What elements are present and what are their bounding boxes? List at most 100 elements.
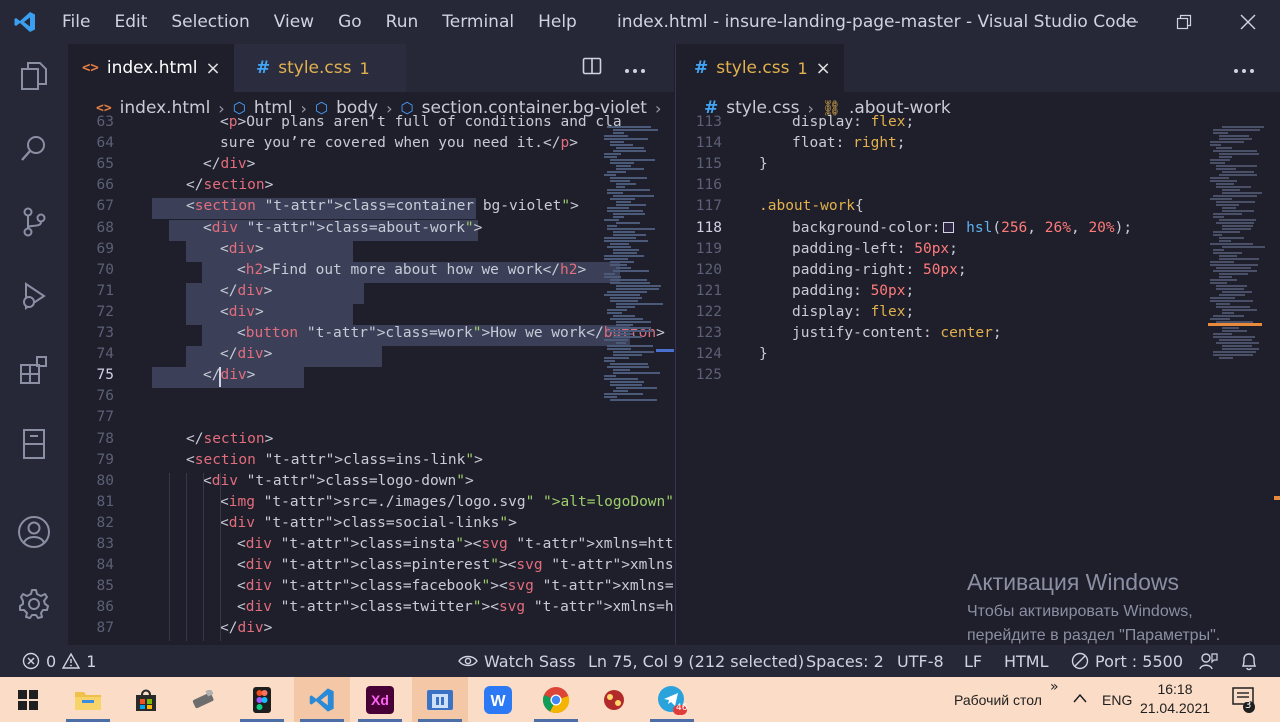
code-text: padding-right: 50px;	[792, 261, 967, 278]
tab-style-css[interactable]: # style.css 1	[234, 44, 406, 92]
wps-writer-icon[interactable]: W	[470, 677, 526, 722]
minimap-line	[604, 273, 616, 275]
minimap-line	[616, 267, 632, 269]
minimap-line	[607, 309, 628, 311]
line-number: 121	[695, 282, 722, 299]
code-text: <section "t-attr">class=container bg-vio…	[186, 198, 579, 215]
settings-gear-icon[interactable]	[0, 574, 68, 634]
indentation[interactable]: Spaces: 2	[806, 645, 884, 677]
code-line: 85 <div "t-attr">class=facebook"><svg "t-…	[68, 578, 674, 599]
feedback-icon[interactable]	[1198, 645, 1218, 677]
cursor-position[interactable]: Ln 75, Col 9 (212 selected)	[588, 645, 804, 677]
telegram-icon[interactable]: 46	[644, 677, 700, 722]
start-windows-icon[interactable]	[0, 677, 56, 722]
game-app-icon[interactable]	[586, 677, 642, 722]
clock[interactable]: 16:18 21.04.2021	[1135, 680, 1215, 718]
minimap-line	[613, 252, 637, 254]
code-text: }	[759, 156, 768, 173]
chrome-icon[interactable]	[528, 677, 584, 722]
close-icon[interactable]: ×	[206, 58, 221, 79]
line-number: 64	[96, 135, 114, 152]
error-icon	[22, 652, 40, 670]
line-number: 80	[96, 472, 114, 489]
end-of-line[interactable]: LF	[964, 645, 982, 677]
tab-index-html[interactable]: <> index.html ×	[68, 44, 234, 92]
search-icon[interactable]	[0, 118, 68, 178]
minimap-line	[610, 282, 651, 284]
code-line: 75 </div>	[68, 367, 674, 388]
live-server-port[interactable]: Port : 5500	[1071, 645, 1183, 677]
show-hidden-icons-chevron-icon[interactable]	[1072, 689, 1088, 708]
encoding[interactable]: UTF-8	[897, 645, 944, 677]
menu-go[interactable]: Go	[326, 0, 374, 44]
vscode-taskbar-icon[interactable]	[294, 677, 350, 722]
minimap[interactable]	[600, 124, 663, 645]
adobe-xd-icon[interactable]: Xd	[352, 677, 408, 722]
menu-view[interactable]: View	[262, 0, 326, 44]
close-icon[interactable]: ×	[816, 58, 831, 79]
language-mode[interactable]: HTML	[1004, 645, 1049, 677]
watch-sass-button[interactable]: Watch Sass	[458, 645, 576, 677]
minimap-line	[1210, 162, 1225, 164]
menu-help[interactable]: Help	[526, 0, 589, 44]
minimap-line	[1219, 138, 1252, 140]
minimap-line	[1219, 339, 1252, 341]
run-debug-icon[interactable]	[0, 266, 68, 326]
microsoft-store-icon[interactable]	[118, 677, 174, 722]
split-editor-icon[interactable]	[582, 56, 602, 81]
more-actions-icon[interactable]	[1233, 58, 1255, 79]
input-language[interactable]: ENG	[1102, 677, 1132, 722]
minimap-line	[604, 219, 619, 221]
menu-run[interactable]: Run	[374, 0, 431, 44]
explorer-icon[interactable]	[0, 46, 68, 106]
close-window-icon[interactable]	[1219, 0, 1277, 44]
tab-style-css-active[interactable]: # style.css 1 ×	[676, 44, 844, 92]
action-center-icon[interactable]: 3	[1232, 687, 1256, 717]
menu-file[interactable]: File	[50, 0, 102, 44]
desktop-toolbar-label[interactable]: Рабочий стол	[954, 677, 1042, 722]
restore-icon[interactable]	[1155, 0, 1213, 44]
account-icon[interactable]	[0, 502, 68, 562]
minimap-line	[613, 150, 646, 152]
minimize-icon[interactable]	[1103, 0, 1161, 44]
minimap-line	[616, 306, 635, 308]
minimap-line	[616, 342, 626, 344]
error-count: 0	[46, 651, 57, 671]
notifications-bell-icon[interactable]	[1240, 645, 1258, 677]
minimap-line	[1213, 231, 1240, 233]
problems-indicator[interactable]: 0 1	[22, 645, 96, 677]
line-number: 78	[96, 430, 114, 447]
minimap-line	[613, 369, 630, 371]
code-text: </div>	[220, 282, 273, 299]
toolbar-expand-chevron[interactable]: »	[1050, 679, 1059, 695]
minimap-line	[616, 222, 640, 224]
figma-icon[interactable]	[234, 677, 290, 722]
file-explorer-icon[interactable]	[60, 677, 116, 722]
source-control-icon[interactable]	[0, 192, 68, 252]
menu-edit[interactable]: Edit	[102, 0, 159, 44]
minimap-line	[604, 153, 622, 155]
scroll-position-marker	[656, 349, 674, 352]
minimap[interactable]	[1206, 124, 1266, 645]
remote-explorer-icon[interactable]	[0, 414, 68, 474]
html-code-editor[interactable]: 63 <p>Our plans aren't full of conditions…	[68, 114, 674, 645]
minimap-line	[610, 300, 639, 302]
menu-terminal[interactable]: Terminal	[430, 0, 526, 44]
usb-drive-icon[interactable]	[176, 677, 232, 722]
line-number: 119	[695, 240, 722, 257]
minimap-line	[1222, 246, 1266, 248]
code-line: 113 display: flex;	[676, 114, 1280, 135]
minimap-line	[1222, 345, 1253, 347]
css-code-editor[interactable]: 113 display: flex; 114 float: right; 115} 116…	[676, 114, 1280, 645]
clock-time: 16:18	[1157, 681, 1193, 697]
media-player-icon[interactable]	[412, 677, 468, 722]
minimap-line	[607, 327, 652, 329]
clock-date: 21.04.2021	[1139, 700, 1211, 716]
line-number: 115	[695, 156, 722, 173]
more-actions-icon[interactable]	[624, 58, 646, 79]
line-number: 69	[96, 240, 114, 257]
extensions-icon[interactable]	[0, 340, 68, 400]
menu-selection[interactable]: Selection	[159, 0, 261, 44]
minimap-line	[1216, 342, 1260, 344]
color-swatch[interactable]	[943, 221, 955, 233]
